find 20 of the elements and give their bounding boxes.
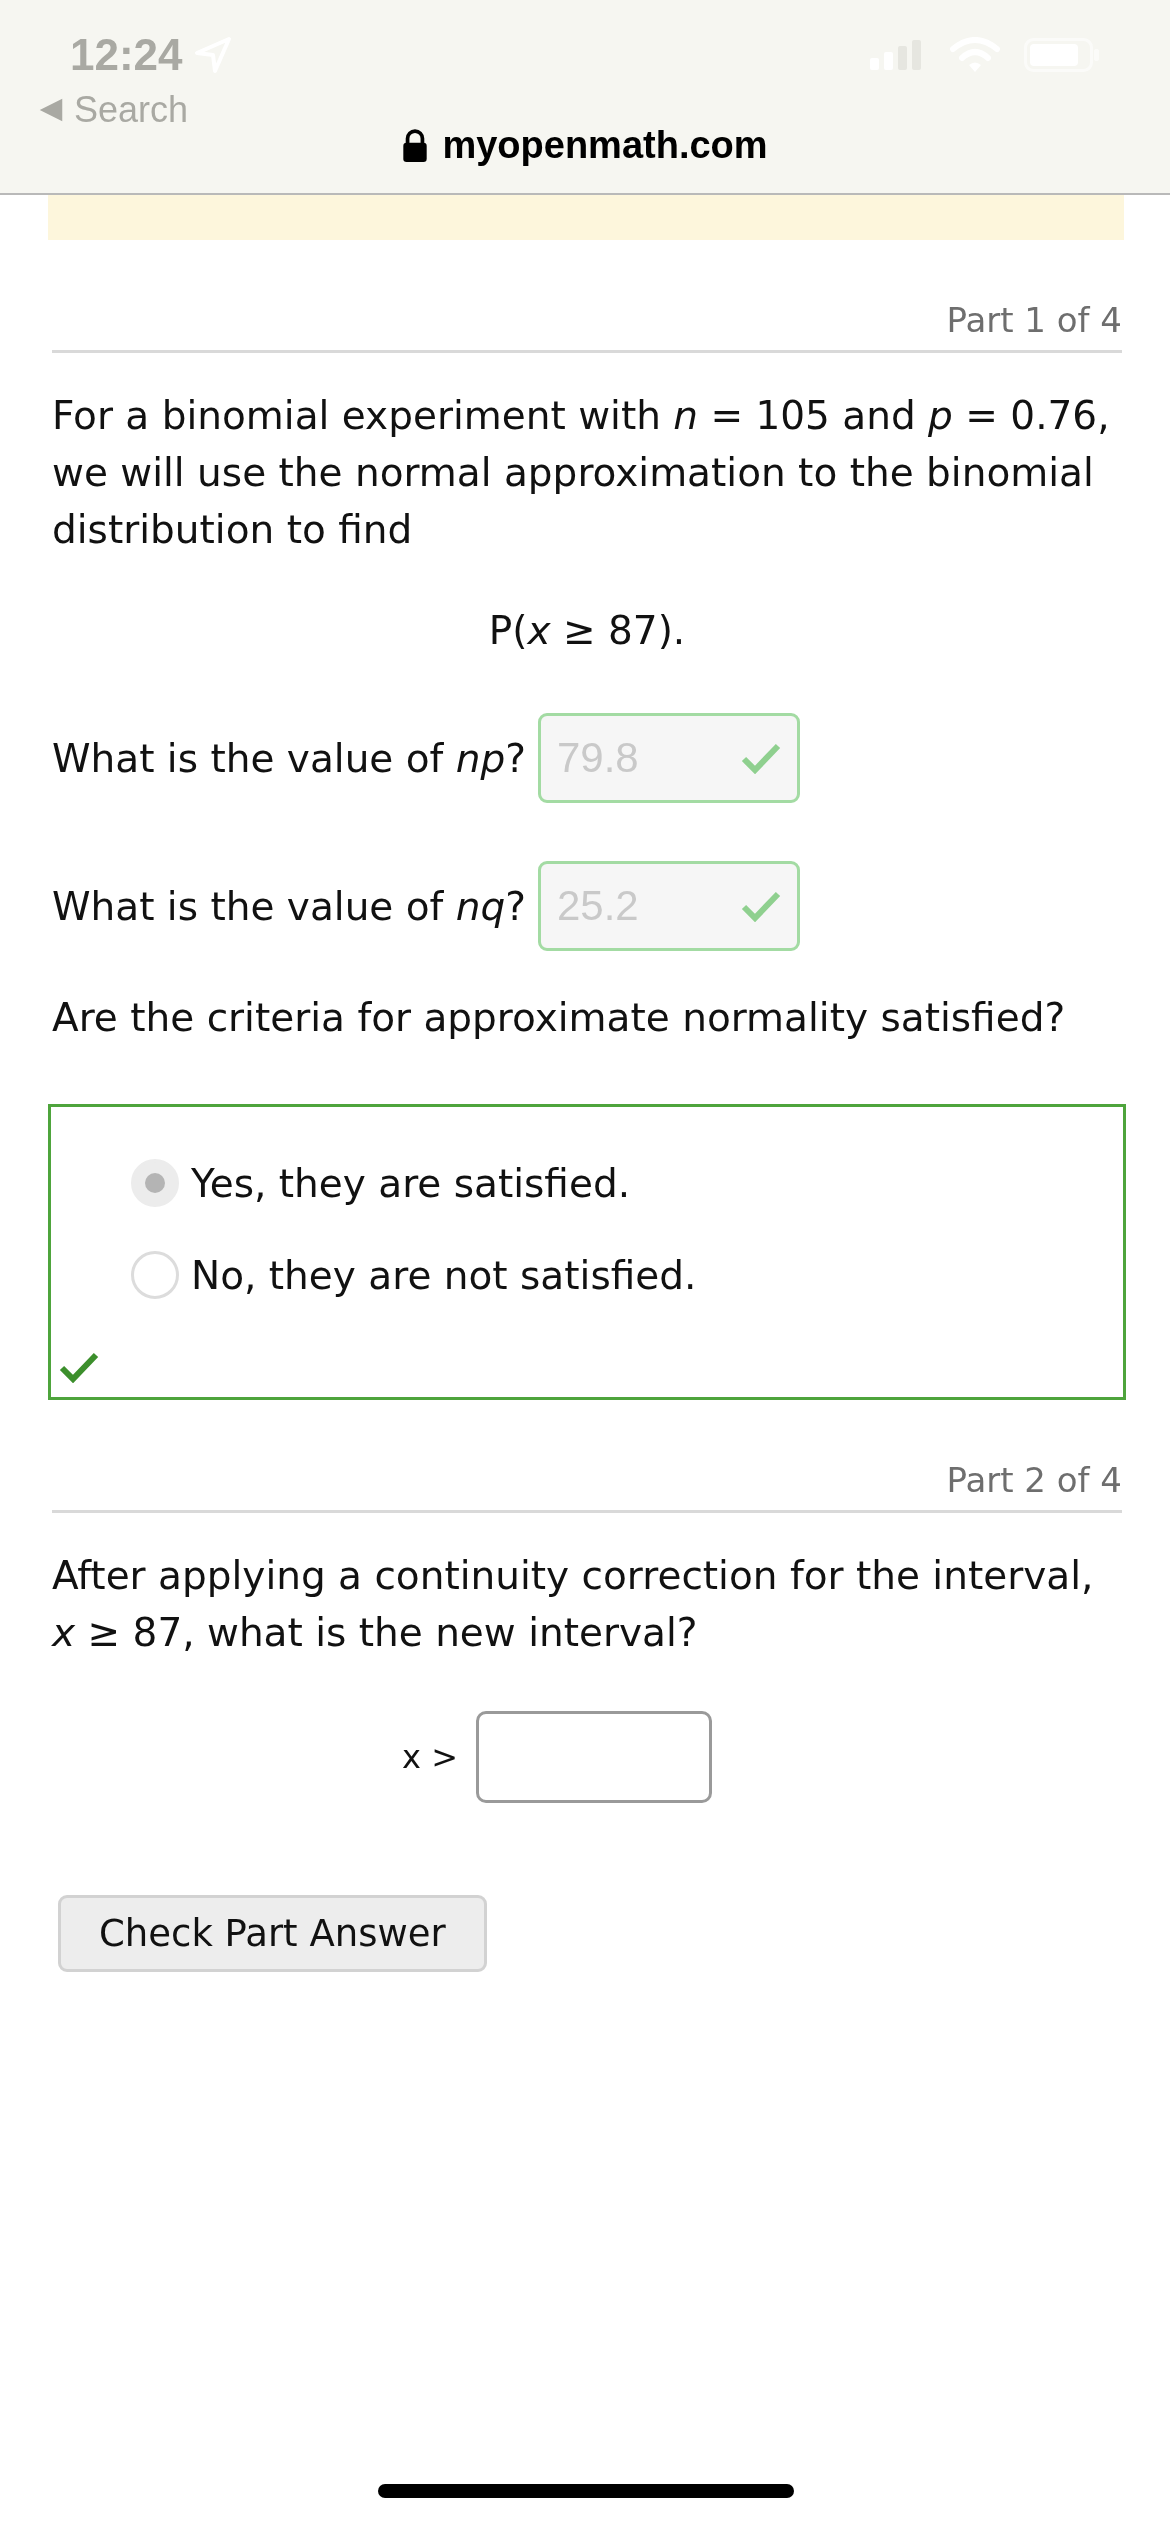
question-prompt: What is the value of np? (52, 735, 526, 781)
status-time: 12:24 (70, 30, 183, 80)
check-icon (740, 742, 781, 774)
question-prompt: What is the value of nq? (52, 883, 526, 929)
check-answer-button[interactable]: Check Part Answer (58, 1895, 487, 1972)
check-icon (740, 890, 781, 922)
question-text: After applying a continuity correction for the interval, x ≥ 87, what is the new interval? (52, 1552, 1095, 1657)
formula-text: P(x ≥ 87). (488, 608, 686, 653)
radio-button[interactable] (131, 1251, 179, 1299)
back-arrow-icon (38, 97, 64, 123)
part-label: Part 2 of 4 (946, 1460, 1122, 1500)
part-label: Part 1 of 4 (946, 300, 1122, 340)
answer-field[interactable] (475, 1711, 712, 1803)
option-label[interactable]: No, they are not satisfied. (191, 1252, 697, 1298)
question-text: For a binomial experiment with n = 105 and p = 0.76, we will use the normal approximation to the binomial distribution to find (52, 392, 1111, 554)
question-prompt: Are the criteria for approximate normality satisfied? (52, 995, 1067, 1040)
option-label[interactable]: Yes, they are satisfied. (191, 1160, 631, 1206)
answer-label: x > (402, 1738, 458, 1776)
radio-button[interactable] (131, 1159, 179, 1207)
check-icon (59, 1351, 99, 1383)
